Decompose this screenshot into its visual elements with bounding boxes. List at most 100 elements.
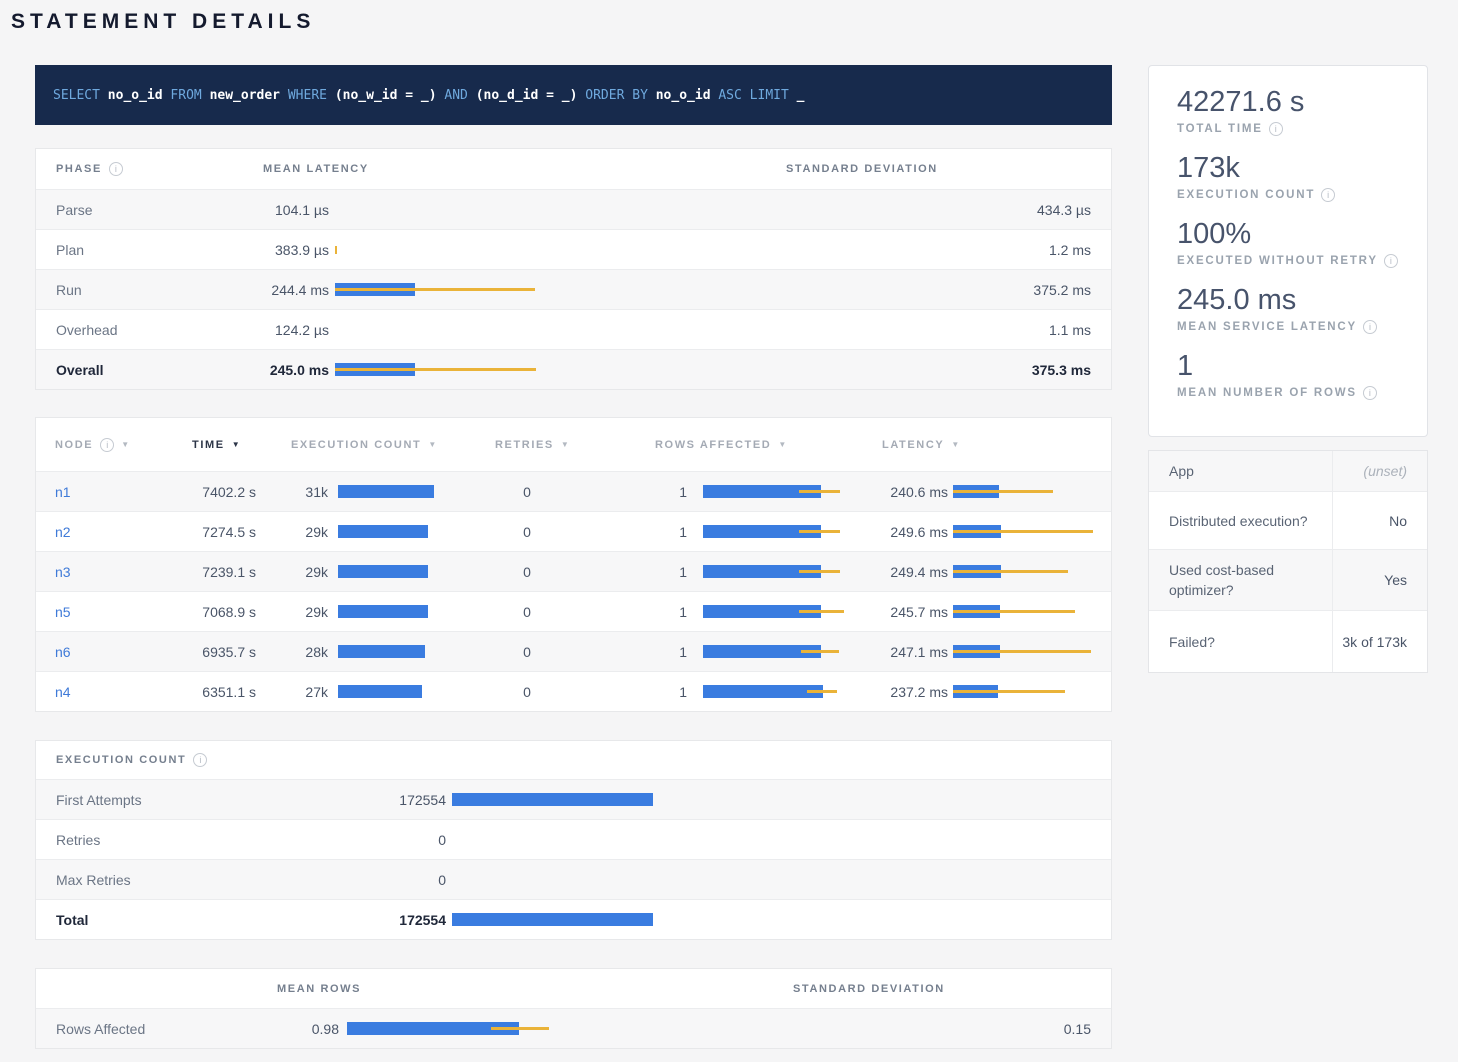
latency-value: 237.2 ms — [882, 684, 948, 700]
stddev-line — [799, 530, 840, 533]
retries-value: 0 — [497, 484, 557, 500]
info-icon[interactable]: i — [1363, 386, 1377, 400]
node-link[interactable]: n4 — [55, 684, 71, 700]
std-deviation-value: 375.3 ms — [1032, 362, 1091, 378]
table-row: Rows Affected 0.98 0.15 — [36, 1008, 1111, 1048]
latency-bar — [335, 283, 764, 297]
execution-count-bar — [338, 645, 467, 659]
sort-arrow-icon: ▼ — [951, 440, 959, 449]
table-row: Max Retries 0 — [36, 859, 1111, 899]
stat-mean-number-of-rows: 1 MEAN NUMBER OF ROWSi — [1177, 349, 1399, 400]
node-link[interactable]: n2 — [55, 524, 71, 540]
table-row: n1 7402.2 s 31k 0 1 240.6 ms — [36, 471, 1111, 511]
stddev-line — [953, 650, 1091, 653]
latency-bar — [953, 685, 1107, 699]
sql-keyword: ORDER BY — [585, 88, 655, 103]
execution-count-value: 29k — [273, 524, 328, 540]
count-value: 172554 — [356, 792, 446, 808]
sql-statement-box: SELECT no_o_id FROM new_order WHERE (no_… — [35, 65, 1112, 125]
phase-header-cell: PHASE i — [36, 149, 244, 189]
detail-value: 3k of 173k — [1333, 611, 1427, 672]
rows-affected-value: 1 — [655, 604, 687, 620]
table-row: Retries 0 — [36, 819, 1111, 859]
latency-column-header[interactable]: LATENCY ▼ — [866, 418, 1111, 471]
sql-keyword: ASC — [718, 88, 749, 103]
info-icon[interactable]: i — [1321, 188, 1335, 202]
detail-label: Failed? — [1149, 611, 1333, 672]
execution-count-value: 29k — [273, 564, 328, 580]
node-stats-table: NODE i ▼ TIME ▼ EXECUTION COUNT ▼ RETRIE… — [35, 417, 1112, 712]
row-label: Max Retries — [56, 872, 131, 888]
rows-affected-table: MEAN ROWS STANDARD DEVIATION Rows Affect… — [35, 968, 1112, 1049]
stat-mean-service-latency: 245.0 ms MEAN SERVICE LATENCYi — [1177, 283, 1399, 334]
rows-affected-bar — [703, 485, 856, 499]
node-link[interactable]: n5 — [55, 604, 71, 620]
rows-affected-value: 1 — [655, 484, 687, 500]
execution-count-value: 31k — [273, 484, 328, 500]
node-link[interactable]: n1 — [55, 484, 71, 500]
detail-row-failed: Failed? 3k of 173k — [1149, 610, 1427, 672]
count-bar — [338, 565, 428, 578]
execution-count-bar — [338, 485, 467, 499]
mean-latency-value: 245.0 ms — [244, 362, 329, 378]
execution-count-column-header[interactable]: EXECUTION COUNT ▼ — [273, 418, 479, 471]
execution-count-table-header: EXECUTION COUNT i — [36, 741, 1111, 779]
rows-affected-bar — [703, 525, 856, 539]
info-icon[interactable]: i — [193, 753, 207, 767]
info-icon[interactable]: i — [1363, 320, 1377, 334]
rows-affected-bar — [703, 685, 856, 699]
row-label: First Attempts — [56, 792, 142, 808]
retries-value: 0 — [497, 644, 557, 660]
count-bar-fill — [452, 913, 653, 926]
node-link[interactable]: n6 — [55, 644, 71, 660]
std-deviation-value: 1.1 ms — [1049, 322, 1091, 338]
main-column: SELECT no_o_id FROM new_order WHERE (no_… — [35, 65, 1112, 1049]
latency-bar — [953, 645, 1107, 659]
latency-value: 247.1 ms — [882, 644, 948, 660]
info-icon[interactable]: i — [109, 162, 123, 176]
node-header-label: NODE — [55, 439, 93, 451]
count-bar — [338, 605, 428, 618]
sql-keyword: AND — [444, 88, 475, 103]
std-deviation-value: 0.15 — [1064, 1021, 1091, 1037]
stat-label: TOTAL TIME i — [1177, 122, 1399, 136]
sort-arrow-icon: ▼ — [121, 440, 129, 449]
std-deviation-value: 434.3 µs — [1037, 202, 1091, 218]
rows-affected-value: 1 — [655, 564, 687, 580]
std-deviation-header-label: STANDARD DEVIATION — [793, 983, 945, 995]
node-link[interactable]: n3 — [55, 564, 71, 580]
latency-bar — [335, 363, 764, 377]
stat-label: MEAN SERVICE LATENCYi — [1177, 320, 1399, 334]
node-column-header[interactable]: NODE i ▼ — [36, 418, 176, 471]
retries-column-header[interactable]: RETRIES ▼ — [479, 418, 639, 471]
sql-keyword: LIMIT — [750, 88, 797, 103]
mean-rows-value: 0.98 — [255, 1021, 339, 1037]
stddev-line — [953, 610, 1075, 613]
table-row: Parse 104.1 µs 434.3 µs — [36, 189, 1111, 229]
stat-value: 42271.6 s — [1177, 85, 1399, 120]
table-row: n6 6935.7 s 28k 0 1 247.1 ms — [36, 631, 1111, 671]
sql-identifier: (no_d_id = _) — [476, 88, 586, 103]
rows-affected-column-header[interactable]: ROWS AFFECTED ▼ — [639, 418, 866, 471]
time-value: 6935.7 s — [202, 644, 256, 660]
time-value: 7239.1 s — [202, 564, 256, 580]
table-row: First Attempts 172554 — [36, 779, 1111, 819]
info-icon[interactable]: i — [1269, 122, 1283, 136]
stat-label-text: TOTAL TIME — [1177, 123, 1263, 135]
table-row: Run 244.4 ms 375.2 ms — [36, 269, 1111, 309]
phase-label: Parse — [56, 202, 93, 218]
info-icon[interactable]: i — [100, 438, 114, 452]
phase-label: Overall — [56, 362, 103, 378]
latency-header-label: LATENCY — [882, 439, 944, 451]
stddev-line — [799, 490, 840, 493]
execution-count-bar — [338, 525, 467, 539]
stat-executed-without-retry: 100% EXECUTED WITHOUT RETRYi — [1177, 217, 1399, 268]
mean-latency-value: 383.9 µs — [244, 242, 329, 258]
table-row: Plan 383.9 µs 1.2 ms — [36, 229, 1111, 269]
std-deviation-value: 1.2 ms — [1049, 242, 1091, 258]
stat-label-text: EXECUTED WITHOUT RETRY — [1177, 255, 1378, 267]
mean-rows-bar — [347, 1022, 771, 1036]
time-column-header[interactable]: TIME ▼ — [176, 418, 273, 471]
latency-bar — [953, 485, 1107, 499]
info-icon[interactable]: i — [1384, 254, 1398, 268]
